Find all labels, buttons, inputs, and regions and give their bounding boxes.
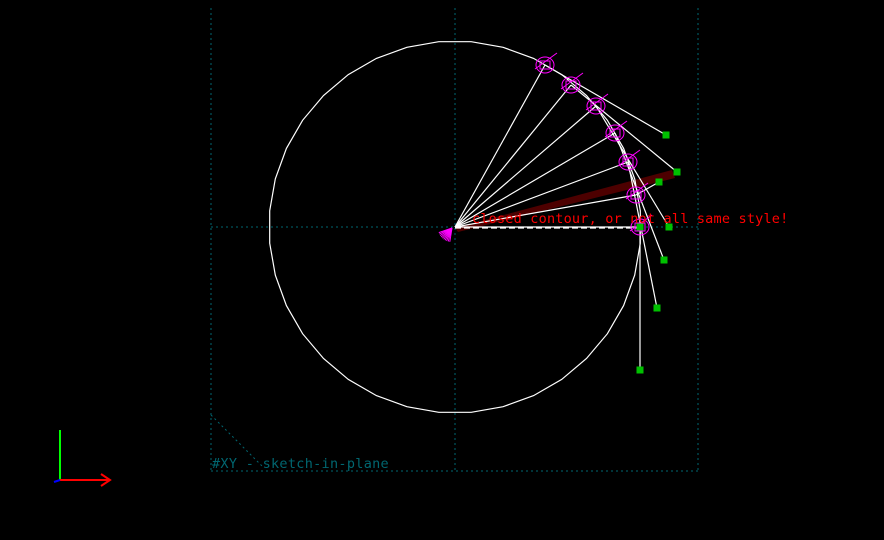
green-square-point-icon[interactable] bbox=[662, 131, 670, 139]
green-square-point-icon[interactable] bbox=[655, 178, 663, 186]
green-square-point-icon[interactable] bbox=[673, 168, 681, 176]
radial-line-extension[interactable] bbox=[570, 84, 678, 173]
endpoint-points[interactable] bbox=[636, 131, 681, 374]
green-square-point-icon[interactable] bbox=[660, 256, 668, 264]
radial-line[interactable] bbox=[454, 105, 597, 228]
magenta-constraint-glyph-icon bbox=[585, 93, 609, 115]
radial-line[interactable] bbox=[454, 64, 546, 228]
origin-constraint-icon bbox=[438, 227, 453, 242]
radial-line-extension[interactable] bbox=[544, 64, 667, 136]
xyz-axis-triad-icon bbox=[53, 430, 112, 487]
green-square-point-icon[interactable] bbox=[636, 366, 644, 374]
warning-message: closed contour, or not all same style! bbox=[472, 211, 789, 227]
workplane-label: #XY - sketch-in-plane bbox=[212, 456, 389, 472]
workplane-frame bbox=[210, 8, 699, 472]
green-square-point-icon[interactable] bbox=[653, 304, 661, 312]
sketch-viewport[interactable] bbox=[0, 0, 884, 540]
